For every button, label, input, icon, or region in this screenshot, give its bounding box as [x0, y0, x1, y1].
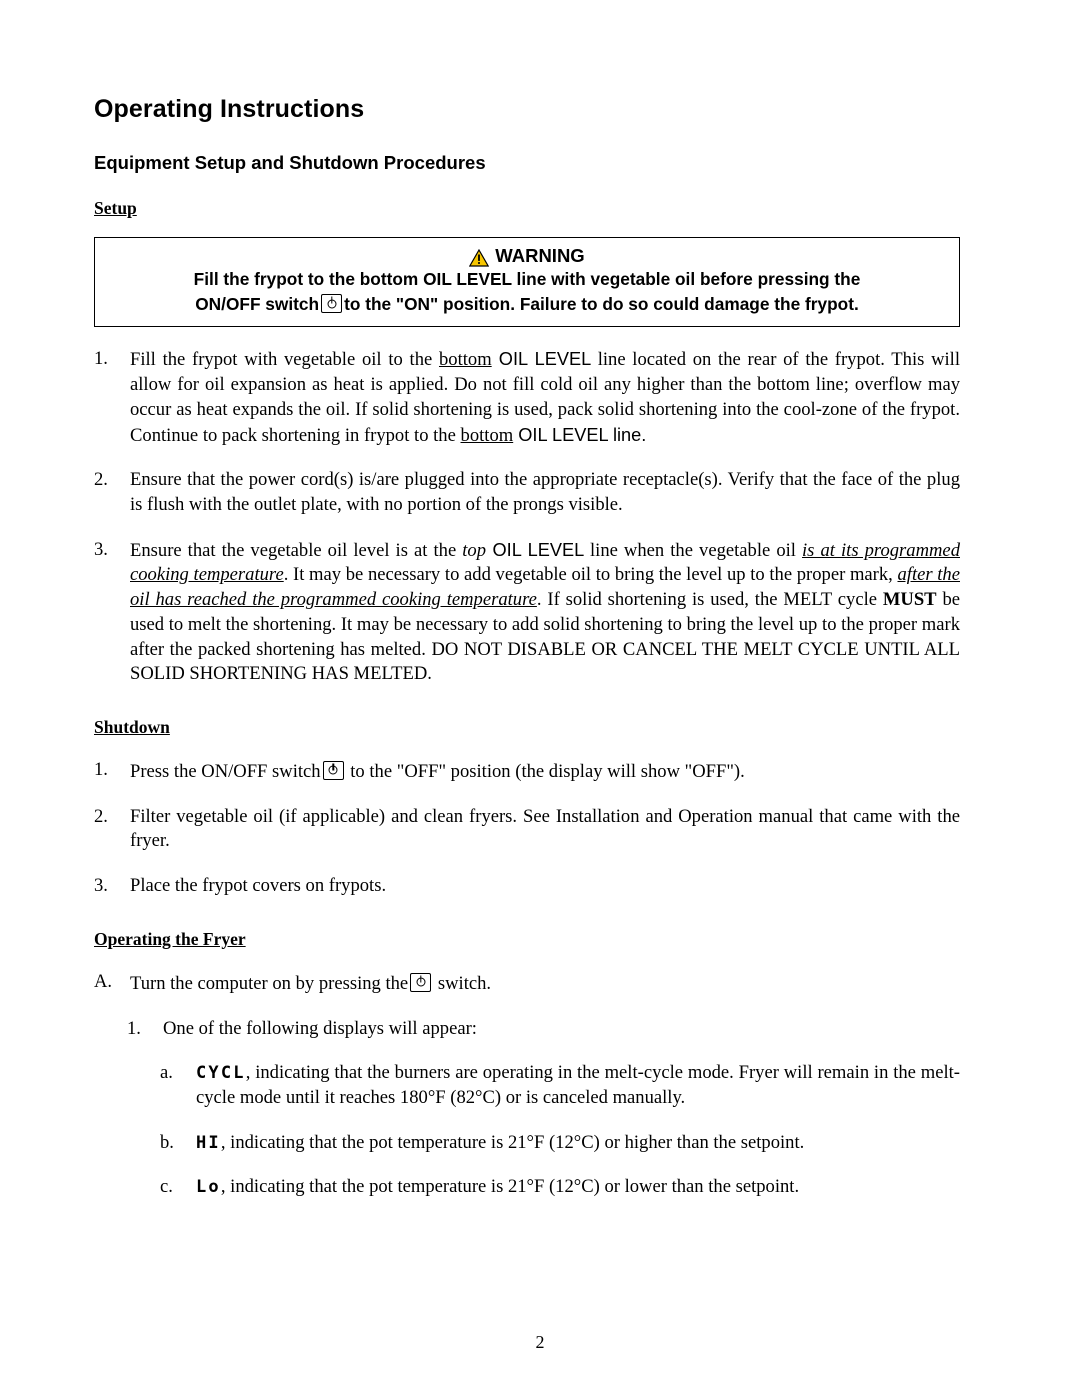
list-item: 1. One of the following displays will ap…: [127, 1017, 960, 1042]
setup-3-p1: Ensure that the vegetable oil level is a…: [130, 539, 463, 561]
warning-text: Fill the frypot to the bottom OIL LEVEL …: [105, 268, 949, 316]
list-marker: b.: [160, 1131, 174, 1153]
setup-3-bold-must: MUST: [882, 589, 937, 611]
section-heading-operating: Operating the Fryer: [94, 928, 246, 949]
warning-line-1: Fill the frypot to the bottom OIL LEVEL …: [193, 269, 861, 290]
list-marker: a.: [160, 1062, 173, 1084]
list-marker: 1.: [94, 758, 108, 780]
list-text: Fill the frypot with vegetable oil to th…: [130, 347, 960, 448]
setup-3-p5: . If solid shortening is used, the MELT …: [536, 589, 883, 611]
list-item: c. Lo, indicating that the pot temperatu…: [160, 1175, 960, 1200]
list-item: 3. Place the frypot covers on frypots.: [94, 874, 960, 899]
setup-1-underline-bottom-2: bottom: [460, 424, 514, 446]
warning-line-2-pre: ON/OFF switch: [195, 294, 320, 315]
setup-1-oil-level: OIL LEVEL: [491, 349, 598, 370]
list-text: Lo, indicating that the pot temperature …: [196, 1175, 960, 1200]
list-marker: A.: [94, 970, 113, 992]
operating-a-text: , indicating that the burners are operat…: [196, 1062, 960, 1108]
warning-label: WARNING: [495, 245, 585, 266]
list-text: Press the ON/OFF switch to the "OFF" pos…: [130, 758, 960, 785]
display-readout-lo: Lo: [196, 1177, 221, 1198]
list-item: 2. Filter vegetable oil (if applicable) …: [94, 805, 960, 854]
list-marker: 2.: [94, 469, 108, 491]
list-marker: 3.: [94, 538, 108, 560]
list-text: Ensure that the vegetable oil level is a…: [130, 538, 960, 687]
warning-heading: WARNING: [105, 245, 949, 267]
setup-3-p4: . It may be necessary to add vegetable o…: [283, 564, 898, 586]
setup-3-italic-top: top: [462, 539, 487, 561]
page-number: 2: [535, 1332, 545, 1352]
list-marker: 1.: [94, 348, 108, 370]
document-page: Operating Instructions Equipment Setup a…: [0, 0, 1080, 1397]
section-heading-equipment: Equipment Setup and Shutdown Procedures: [94, 152, 486, 173]
list-text: Ensure that the power cord(s) is/are plu…: [130, 469, 960, 515]
operating-a-post: switch.: [437, 972, 492, 994]
operating-b-text: , indicating that the pot temperature is…: [220, 1131, 805, 1153]
operating-a-pre: Turn the computer on by pressing the: [130, 972, 409, 994]
setup-1-rest2: OIL LEVEL line.: [513, 424, 647, 445]
list-item: 2. Ensure that the power cord(s) is/are …: [94, 468, 960, 517]
warning-line-2-post: to the "ON" position. Failure to do so c…: [344, 294, 859, 315]
operating-c-text: , indicating that the pot temperature is…: [220, 1176, 800, 1198]
setup-1-pre: Fill the frypot with vegetable oil to th…: [130, 349, 439, 371]
shutdown-1-post: to the "OFF" position (the display will …: [350, 760, 745, 782]
display-readout-cycl: CYCL: [196, 1063, 246, 1084]
list-text: Place the frypot covers on frypots.: [130, 875, 387, 897]
list-item: A. Turn the computer on by pressing the …: [94, 970, 960, 997]
list-marker: 1.: [127, 1017, 141, 1039]
warning-triangle-icon: [469, 248, 490, 267]
list-text: One of the following displays will appea…: [163, 1017, 477, 1039]
section-heading-setup: Setup: [94, 198, 137, 218]
list-item: b. HI, indicating that the pot temperatu…: [160, 1131, 960, 1156]
list-text: CYCL, indicating that the burners are op…: [196, 1061, 960, 1110]
setup-3-oil-level: OIL LEVEL: [486, 539, 590, 560]
section-heading-shutdown: Shutdown: [94, 716, 170, 737]
power-switch-icon: [321, 294, 343, 314]
list-text: Turn the computer on by pressing the swi…: [130, 970, 960, 997]
list-item: a. CYCL, indicating that the burners are…: [160, 1061, 960, 1110]
display-readout-hi: HI: [196, 1132, 221, 1153]
power-switch-icon: [322, 760, 344, 780]
list-item: 1. Press the ON/OFF switch to the "OFF" …: [94, 758, 960, 785]
list-marker: 3.: [94, 875, 108, 897]
setup-1-underline-bottom: bottom: [438, 349, 492, 371]
list-item: 1. Fill the frypot with vegetable oil to…: [94, 347, 960, 448]
power-switch-icon: [410, 972, 432, 992]
page-content: Operating Instructions Equipment Setup a…: [94, 95, 960, 1200]
setup-3-p3: line when the vegetable oil: [590, 539, 803, 561]
list-text: HI, indicating that the pot temperature …: [196, 1131, 960, 1156]
list-marker: 2.: [94, 805, 108, 827]
list-text: Filter vegetable oil (if applicable) and…: [130, 805, 960, 852]
page-title: Operating Instructions: [94, 95, 365, 123]
list-marker: c.: [160, 1176, 173, 1198]
warning-box: WARNING Fill the frypot to the bottom OI…: [94, 237, 960, 328]
shutdown-1-pre: Press the ON/OFF switch: [130, 760, 321, 782]
list-item: 3. Ensure that the vegetable oil level i…: [94, 538, 960, 687]
